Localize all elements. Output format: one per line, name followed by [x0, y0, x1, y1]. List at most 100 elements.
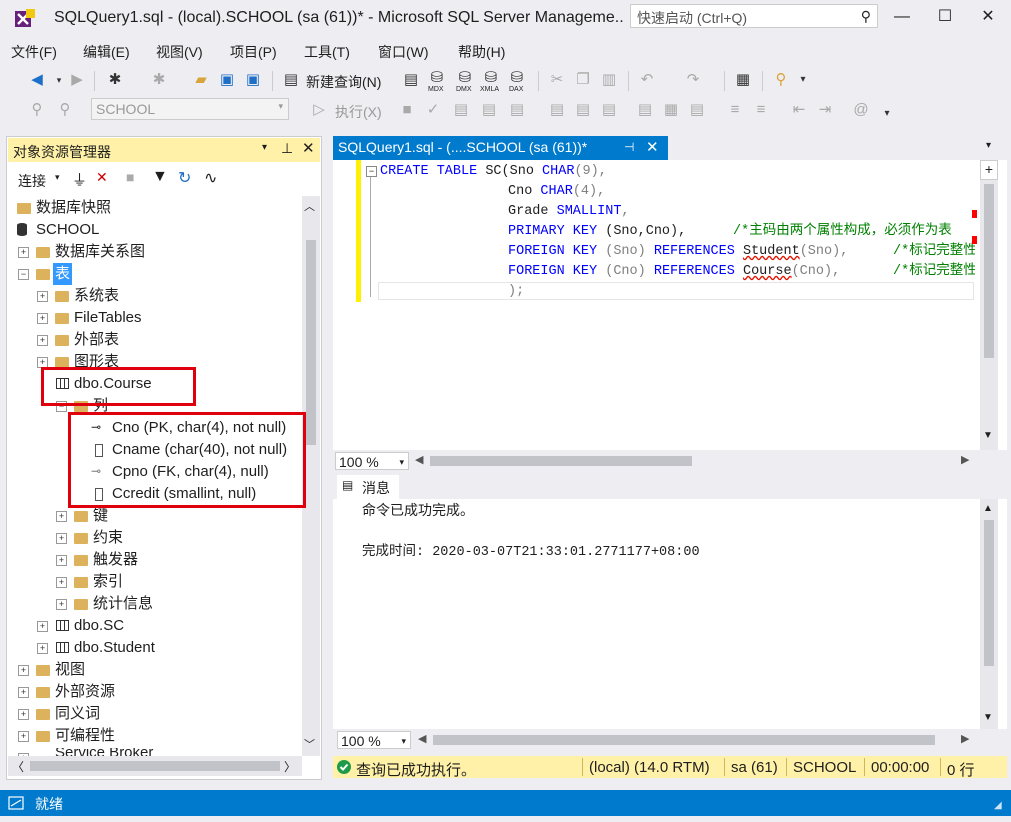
scroll-left-icon[interactable]: ◀ — [418, 732, 426, 745]
expand-icon[interactable]: + — [18, 247, 29, 258]
scroll-up-icon[interactable]: ▲ — [983, 503, 993, 514]
tree-item-triggers[interactable]: 触发器 — [93, 549, 138, 571]
menu-help[interactable]: 帮助(H) — [458, 42, 505, 62]
expand-icon[interactable]: + — [56, 555, 67, 566]
dax-query-icon[interactable]: ⛁ — [508, 69, 526, 87]
pin-icon[interactable]: ⊥ — [281, 140, 293, 157]
add-item-icon[interactable]: ✱ — [150, 71, 168, 89]
execute-icon[interactable]: ▷ — [310, 101, 328, 119]
paste-icon[interactable]: ▥ — [600, 71, 618, 89]
database-select[interactable]: SCHOOL ▾ — [91, 98, 289, 120]
query-options-icon[interactable]: ▤ — [480, 101, 498, 119]
scroll-left-icon[interactable]: ◀ — [415, 453, 423, 466]
tree-item-external-resources[interactable]: 外部资源 — [55, 681, 115, 703]
copy-icon[interactable]: ❐ — [574, 71, 592, 89]
close-tab-icon[interactable]: ✕ — [646, 138, 659, 156]
client-stats-icon[interactable]: ▤ — [600, 101, 618, 119]
change-connection-icon[interactable]: ⚲ — [56, 101, 74, 119]
cancel-query-icon[interactable]: ■ — [398, 101, 416, 119]
expand-icon[interactable]: + — [56, 533, 67, 544]
activity-icon[interactable]: ∿ — [204, 168, 217, 188]
expand-icon[interactable]: + — [37, 291, 48, 302]
scroll-thumb[interactable] — [984, 184, 994, 358]
tree-item-programmability[interactable]: 可编程性 — [55, 725, 115, 747]
connect-button[interactable]: 连接 — [18, 171, 46, 191]
estimated-plan-icon[interactable]: ▤ — [452, 101, 470, 119]
stop-icon[interactable]: ■ — [126, 169, 134, 185]
new-query-icon[interactable]: ▤ — [282, 71, 300, 89]
tree-item-keys[interactable]: 键 — [93, 505, 108, 527]
scroll-up-icon[interactable]: ︿ — [304, 198, 315, 214]
messages-zoom-select[interactable]: 100 % ▾ — [337, 731, 411, 749]
tree-item-constraints[interactable]: 约束 — [93, 527, 123, 549]
tree-item-tables[interactable]: 表 — [53, 263, 73, 285]
expand-icon[interactable]: + — [56, 577, 67, 588]
expand-icon[interactable]: + — [56, 599, 67, 610]
expand-icon[interactable]: + — [37, 643, 48, 654]
undo-icon[interactable]: ↶ — [638, 71, 656, 89]
tree-item-dbo-student[interactable]: dbo.Student — [74, 637, 155, 659]
scroll-right-icon[interactable]: ▶ — [961, 732, 969, 745]
expand-icon[interactable]: + — [18, 687, 29, 698]
scroll-thumb[interactable] — [984, 520, 994, 666]
cut-icon[interactable]: ✂ — [548, 71, 566, 89]
tree-item-synonyms[interactable]: 同义词 — [55, 703, 100, 725]
pin-tab-icon[interactable]: ⊣ — [624, 140, 634, 154]
save-icon[interactable]: ▣ — [218, 71, 236, 89]
editor-zoom-select[interactable]: 100 % ▾ — [335, 452, 409, 470]
toolbar-overflow-icon[interactable]: ▾ — [794, 71, 812, 89]
resize-grip-icon[interactable]: ◢ — [994, 800, 1002, 811]
dmx-query-icon[interactable]: ⛁ — [456, 69, 474, 87]
menu-view[interactable]: 视图(V) — [156, 42, 203, 62]
scroll-thumb[interactable] — [430, 456, 692, 466]
back-icon[interactable]: ◀ — [28, 71, 46, 89]
mdx-query-icon[interactable]: ⛁ — [428, 69, 446, 87]
increase-indent-icon[interactable]: ⇥ — [816, 101, 834, 119]
new-query-button[interactable]: 新建查询(N) — [306, 72, 381, 92]
minimize-button[interactable]: — — [880, 4, 924, 30]
split-editor-icon[interactable]: + — [980, 160, 998, 180]
results-file-icon[interactable]: ▤ — [688, 101, 706, 119]
expand-icon[interactable]: + — [18, 709, 29, 720]
collapse-icon[interactable]: − — [18, 269, 29, 280]
save-all-icon[interactable]: ▣ — [244, 71, 262, 89]
include-plan-icon[interactable]: ▤ — [548, 101, 566, 119]
menu-project[interactable]: 项目(P) — [230, 42, 277, 62]
expand-icon[interactable]: + — [56, 511, 67, 522]
connect-dropdown-icon[interactable]: ▾ — [55, 172, 60, 183]
scroll-thumb[interactable] — [30, 761, 280, 771]
execute-button[interactable]: 执行(X) — [335, 102, 382, 122]
tree-item-external-tables[interactable]: 外部表 — [74, 329, 119, 351]
menu-window[interactable]: 窗口(W) — [378, 42, 429, 62]
scroll-thumb[interactable] — [306, 240, 316, 445]
scroll-right-icon[interactable]: 〉 — [284, 758, 296, 775]
maximize-button[interactable]: ☐ — [923, 4, 967, 30]
new-project-icon[interactable]: ✱ — [106, 71, 124, 89]
tree-item-statistics[interactable]: 统计信息 — [93, 593, 153, 615]
quick-launch-input[interactable]: 快速启动 (Ctrl+Q) ⚲ — [630, 4, 878, 28]
close-button[interactable]: ✕ — [966, 4, 1010, 30]
xmla-query-icon[interactable]: ⛁ — [482, 69, 500, 87]
redo-icon[interactable]: ↷ — [684, 71, 702, 89]
find-icon[interactable]: ⚲ — [772, 71, 790, 89]
expand-icon[interactable]: + — [37, 335, 48, 346]
panel-close-icon[interactable]: ✕ — [302, 139, 315, 157]
expand-icon[interactable]: + — [18, 731, 29, 742]
scroll-down-icon[interactable]: ▼ — [983, 712, 993, 723]
menu-edit[interactable]: 编辑(E) — [83, 42, 130, 62]
intellisense-icon[interactable]: ▤ — [508, 101, 526, 119]
expand-icon[interactable]: + — [37, 621, 48, 632]
scroll-thumb[interactable] — [433, 735, 935, 745]
scroll-right-icon[interactable]: ▶ — [961, 453, 969, 466]
tree-item-diagrams[interactable]: 数据库关系图 — [55, 241, 145, 263]
scroll-down-icon[interactable]: ▼ — [983, 430, 993, 441]
tree-item-filetables[interactable]: FileTables — [74, 307, 142, 329]
tree-item-views[interactable]: 视图 — [55, 659, 85, 681]
uncomment-icon[interactable]: ≡ — [752, 101, 770, 119]
decrease-indent-icon[interactable]: ⇤ — [790, 101, 808, 119]
tree-item-snapshots[interactable]: 数据库快照 — [36, 197, 111, 219]
tree-item-service-broker[interactable]: Service Broker — [55, 748, 153, 756]
expand-icon[interactable]: + — [18, 665, 29, 676]
expand-icon[interactable]: + — [37, 313, 48, 324]
database-engine-query-icon[interactable]: ▤ — [402, 71, 420, 89]
